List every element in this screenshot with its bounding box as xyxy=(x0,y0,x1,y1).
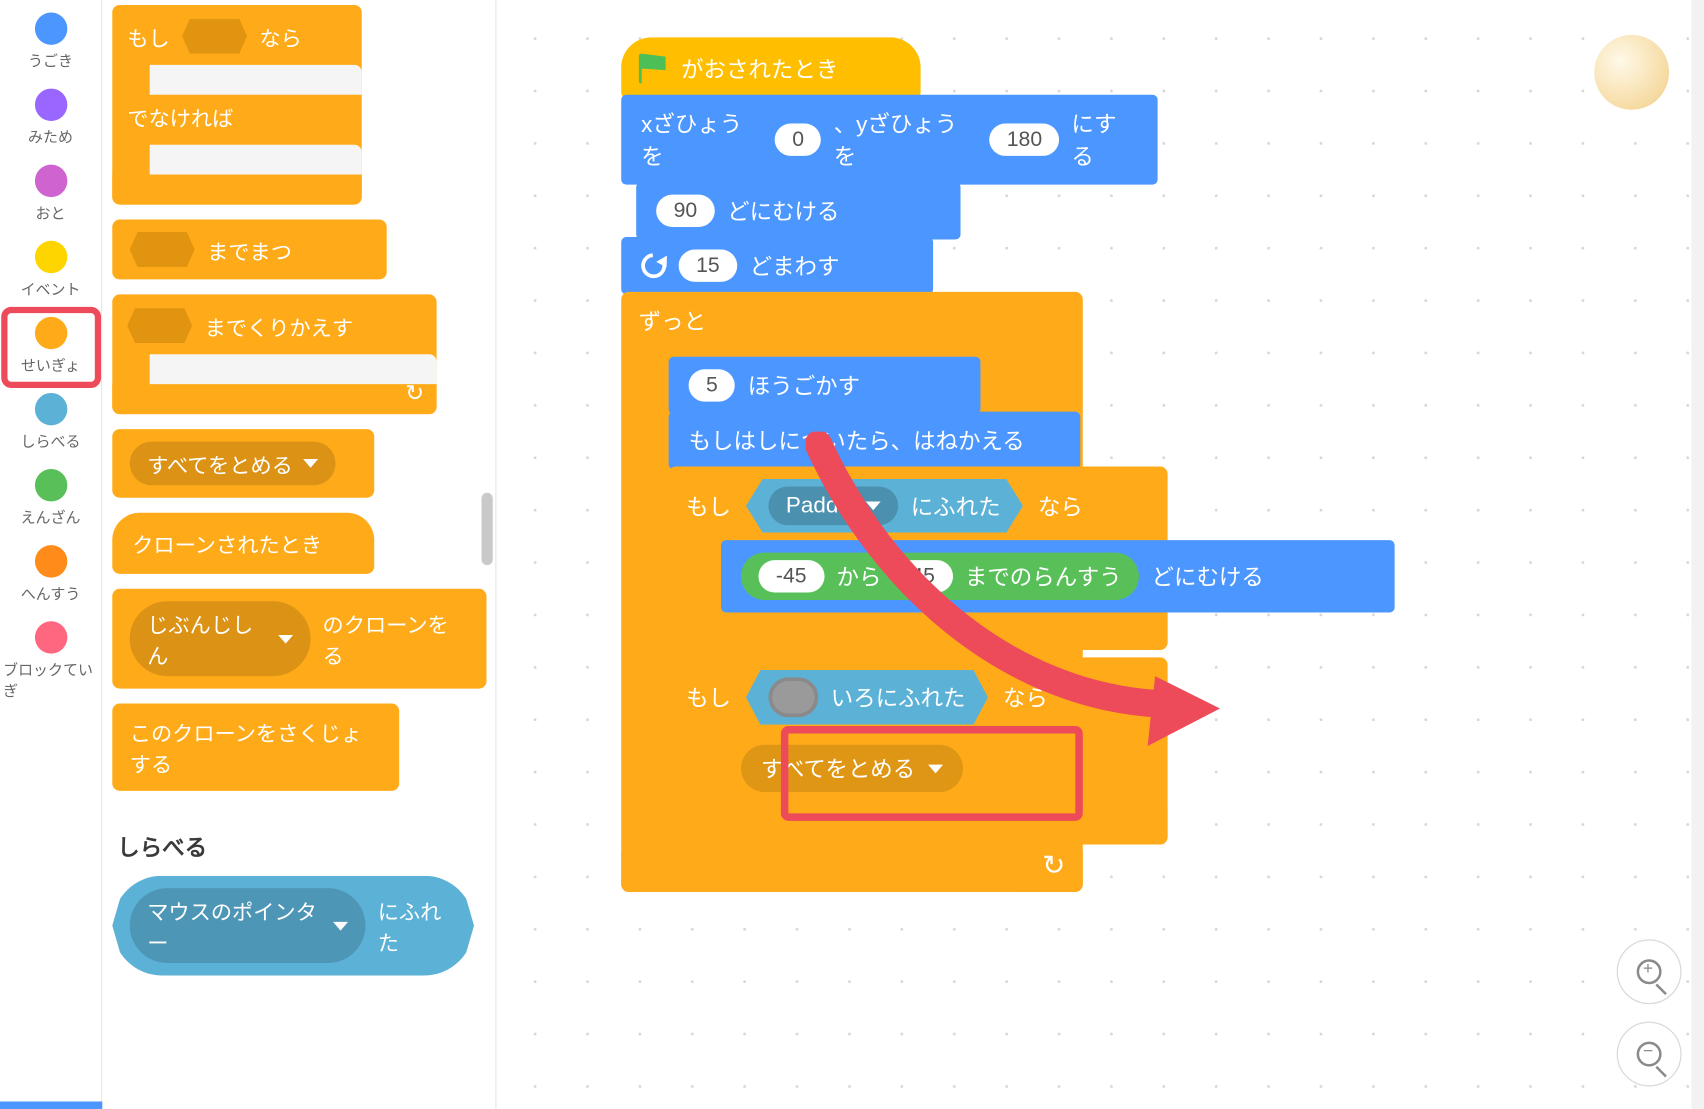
block-touching[interactable]: マウスのポインター にふれた xyxy=(112,876,474,976)
block-if-touching-color[interactable]: もし いろにふれた なら すべてをとめる xyxy=(669,657,1168,844)
touching-reporter[interactable]: Paddle にふれた xyxy=(746,479,1023,533)
block-if-on-edge-bounce[interactable]: もしはしについたら、はねかえる xyxy=(669,412,1081,469)
looks-icon xyxy=(34,89,66,121)
block-when-cloned[interactable]: クローンされたとき xyxy=(112,513,374,574)
category-motion[interactable]: うごき xyxy=(3,5,98,81)
bool-slot[interactable] xyxy=(130,232,195,267)
block-if-then-else[interactable]: もしなら でなければ xyxy=(112,5,361,205)
palette-scrollbar[interactable] xyxy=(482,493,493,565)
rand-to-input[interactable]: 45 xyxy=(894,560,953,592)
script-stack[interactable]: がおされたとき xざひょうを 0 、yざひょうを 180 にする 90 どにむけ… xyxy=(621,37,1220,891)
color-picker[interactable] xyxy=(768,677,818,717)
zoom-out-icon xyxy=(1637,1042,1662,1067)
zoom-out-button[interactable] xyxy=(1617,1022,1682,1087)
block-delete-clone[interactable]: このクローンをさくじょする xyxy=(112,704,399,791)
touching-color-reporter[interactable]: いろにふれた xyxy=(746,670,988,725)
zoom-in-icon xyxy=(1637,959,1662,984)
zoom-in-button[interactable] xyxy=(1617,939,1682,1004)
loop-arrow-icon: ↻ xyxy=(1042,850,1065,882)
sound-icon xyxy=(34,165,66,197)
loop-arrow-icon: ↻ xyxy=(405,380,424,406)
code-workspace[interactable]: がおされたとき xざひょうを 0 、yざひょうを 180 にする 90 どにむけ… xyxy=(496,0,1704,1109)
chevron-down-icon xyxy=(278,634,293,643)
clone-target-dropdown[interactable]: じぶんじしん xyxy=(130,601,310,676)
rand-from-input[interactable]: -45 xyxy=(758,560,824,592)
category-control[interactable]: せいぎょ xyxy=(3,309,98,385)
block-palette: もしなら でなければ までまつ までくりかえす ↻ すべてをとめる クローンされ… xyxy=(102,0,496,1109)
category-sound[interactable]: おと xyxy=(3,157,98,233)
chevron-down-icon xyxy=(928,764,943,773)
palette-section-sensing: しらべる xyxy=(117,831,487,863)
c-slot[interactable] xyxy=(150,145,362,175)
category-events[interactable]: イベント xyxy=(3,233,98,309)
category-operators[interactable]: えんざん xyxy=(3,462,98,538)
chevron-down-icon xyxy=(333,921,348,930)
operators-icon xyxy=(34,469,66,501)
sprite-ball-preview xyxy=(1594,35,1669,110)
stop-all-dropdown[interactable]: すべてをとめる xyxy=(130,442,336,486)
pick-random-reporter[interactable]: -45 から 45 までのらんすう xyxy=(741,553,1139,600)
block-repeat-until[interactable]: までくりかえす ↻ xyxy=(112,294,436,414)
touching-dropdown[interactable]: マウスのポインター xyxy=(130,888,366,963)
chevron-down-icon xyxy=(303,459,318,468)
block-if-touching-paddle[interactable]: もし Paddle にふれた なら xyxy=(669,467,1168,650)
c-slot[interactable] xyxy=(150,354,437,384)
control-icon xyxy=(34,317,66,349)
block-turn-cw[interactable]: 15 どまわす xyxy=(621,237,933,294)
steps-input[interactable]: 5 xyxy=(689,369,736,401)
right-scroll-gutter xyxy=(1692,0,1704,1109)
block-stop-all[interactable]: すべてをとめる xyxy=(112,429,374,498)
category-sensing[interactable]: しらべる xyxy=(3,385,98,461)
touching-target-dropdown[interactable]: Paddle xyxy=(768,487,898,526)
category-sidebar: うごき みため おと イベント せいぎょ しらべる えんざん へんすう ブロック… xyxy=(0,0,102,1109)
variables-icon xyxy=(34,545,66,577)
zoom-controls xyxy=(1617,939,1682,1086)
events-icon xyxy=(34,241,66,273)
sensing-icon xyxy=(34,393,66,425)
direction-input[interactable]: 90 xyxy=(656,195,715,227)
category-variables[interactable]: へんすう xyxy=(3,538,98,614)
block-when-flag-clicked[interactable]: がおされたとき xyxy=(621,37,920,99)
block-point-direction-random[interactable]: -45 から 45 までのらんすう どにむける xyxy=(721,540,1395,612)
green-flag-icon xyxy=(639,54,669,84)
block-goto-xy[interactable]: xざひょうを 0 、yざひょうを 180 にする xyxy=(621,95,1157,185)
block-stop-all-in-script[interactable]: すべてをとめる xyxy=(721,732,1045,804)
bool-slot[interactable] xyxy=(127,308,192,343)
block-create-clone[interactable]: じぶんじしん のクローンを る xyxy=(112,589,486,689)
myblocks-icon xyxy=(34,621,66,653)
category-looks[interactable]: みため xyxy=(3,81,98,157)
block-point-direction[interactable]: 90 どにむける xyxy=(636,182,960,239)
bool-slot[interactable] xyxy=(182,19,247,54)
c-slot[interactable] xyxy=(150,65,362,95)
rotate-cw-icon xyxy=(636,248,671,283)
stop-dropdown[interactable]: すべてをとめる xyxy=(741,745,963,792)
y-input[interactable]: 180 xyxy=(989,123,1059,155)
chevron-down-icon xyxy=(866,501,881,510)
category-myblocks[interactable]: ブロックていぎ xyxy=(3,614,98,711)
block-wait-until[interactable]: までまつ xyxy=(112,220,386,280)
bottom-accent-bar xyxy=(0,1101,102,1108)
x-input[interactable]: 0 xyxy=(775,123,822,155)
block-forever[interactable]: ずっと 5 ほうごかす もしはしについたら、はねかえる もし xyxy=(621,292,1083,892)
block-move-steps[interactable]: 5 ほうごかす xyxy=(669,357,981,414)
degrees-input[interactable]: 15 xyxy=(679,249,738,281)
motion-icon xyxy=(34,12,66,44)
